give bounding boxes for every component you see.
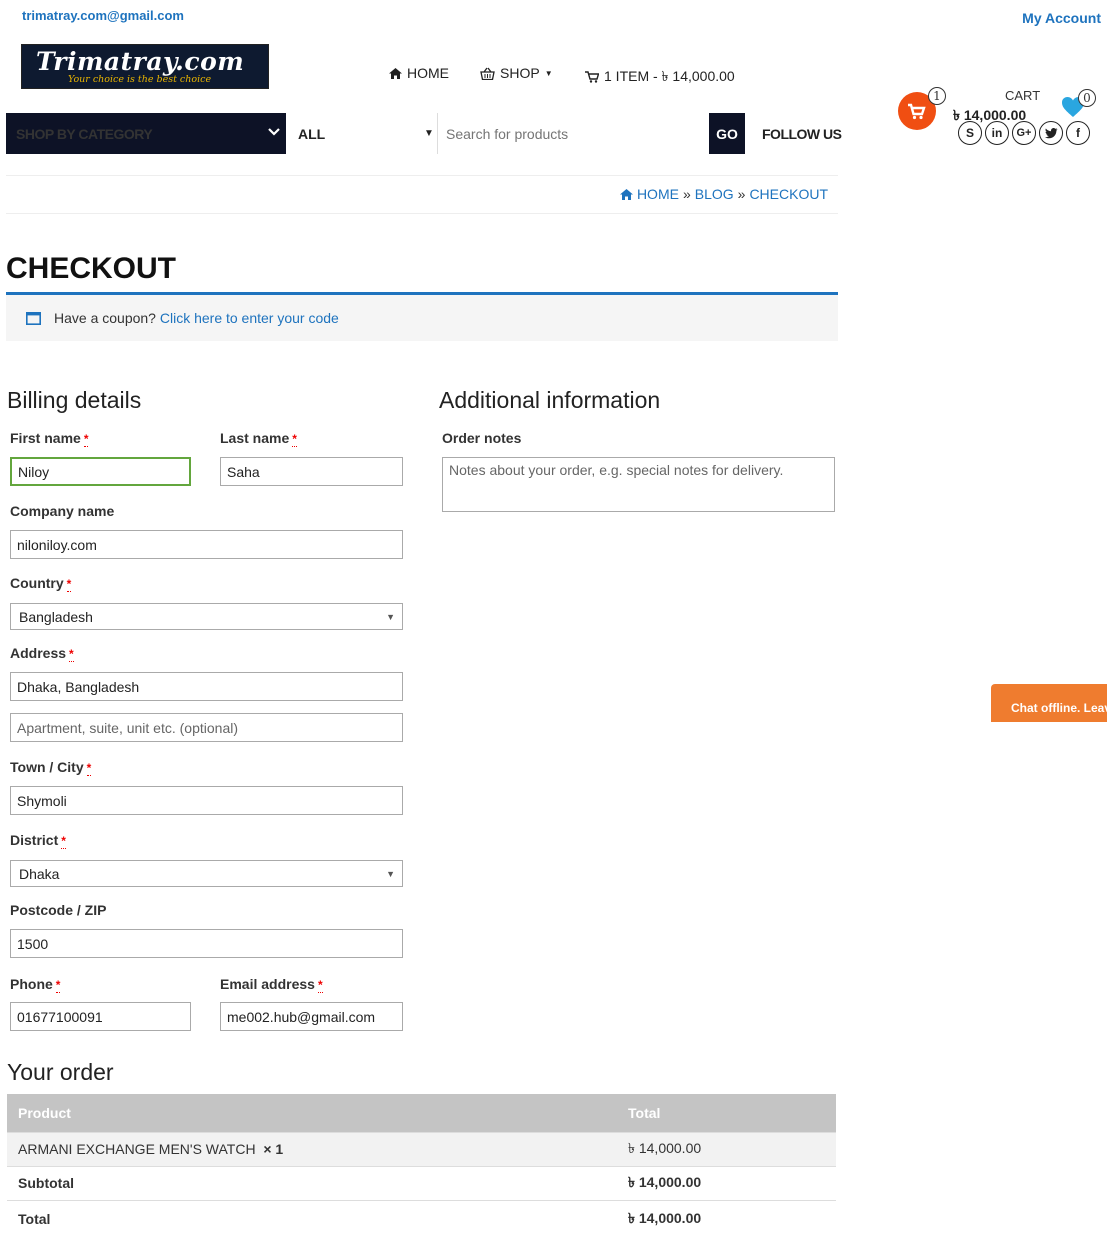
linkedin-icon[interactable]: in [985, 121, 1009, 145]
search-input[interactable] [437, 113, 709, 154]
email-label: Email address * [220, 976, 323, 993]
company-label: Company name [10, 503, 115, 519]
address-label: Address * [10, 645, 74, 662]
phone-field[interactable] [10, 1002, 191, 1031]
district-value: Dhaka [19, 866, 60, 882]
nav-shop-label: SHOP [500, 65, 540, 81]
caret-down-icon: ▼ [386, 869, 395, 879]
home-icon [620, 189, 634, 200]
postcode-field[interactable] [10, 929, 403, 958]
table-row: ARMANI EXCHANGE MEN'S WATCH × 1 ৳ 14,000… [7, 1131, 836, 1166]
subtotal-value: ৳ 14,000.00 [617, 1165, 836, 1200]
table-row: Total ৳ 14,000.00 [7, 1199, 836, 1233]
table-header-row: Product Total [7, 1094, 836, 1132]
breadcrumb-separator: » [682, 186, 691, 202]
chevron-down-icon [268, 128, 280, 136]
your-order-heading: Your order [7, 1059, 114, 1085]
site-logo[interactable]: Trimatray.com Your choice is the best ch… [21, 44, 269, 89]
nav-cart-summary[interactable]: 1 ITEM - ৳ 14,000.00 [585, 65, 735, 89]
skype-icon[interactable]: S [958, 121, 982, 145]
breadcrumb-bar: HOME» BLOG» CHECKOUT [6, 175, 838, 214]
subtotal-label: Subtotal [7, 1165, 617, 1200]
country-label: Country * [10, 575, 72, 592]
breadcrumb-separator: » [737, 186, 746, 202]
caret-down-icon: ▼ [386, 612, 395, 622]
postcode-label: Postcode / ZIP [10, 902, 107, 918]
logo-tagline: Your choice is the best choice [68, 74, 212, 85]
country-value: Bangladesh [19, 609, 93, 625]
company-field[interactable] [10, 530, 403, 559]
nav-home-label: HOME [407, 65, 449, 81]
breadcrumb-blog[interactable]: BLOG [695, 186, 734, 202]
last-name-field[interactable] [220, 457, 403, 486]
total-value: ৳ 14,000.00 [617, 1199, 836, 1233]
col-total: Total [617, 1094, 836, 1132]
order-table: Product Total ARMANI EXCHANGE MEN'S WATC… [7, 1094, 836, 1233]
shop-by-category-dropdown[interactable]: SHOP BY CATEGORY [6, 113, 286, 154]
site-header: Trimatray.com Your choice is the best ch… [0, 36, 1107, 130]
page-title: CHECKOUT [6, 252, 176, 285]
first-name-label: First name * [10, 430, 89, 447]
breadcrumb-current[interactable]: CHECKOUT [749, 186, 828, 202]
cart-count-badge: 1 [928, 87, 946, 105]
coupon-text: Have a coupon? [54, 310, 156, 326]
email-field[interactable] [220, 1002, 403, 1031]
city-label: Town / City * [10, 759, 92, 776]
menu-bar: SHOP BY CATEGORY ALL ▼ GO FOLLOW US S in… [6, 113, 1107, 154]
order-item-qty: × 1 [263, 1141, 284, 1157]
home-icon [389, 67, 402, 79]
address-field[interactable] [10, 672, 403, 701]
order-notes-label: Order notes [442, 430, 522, 446]
breadcrumb-home[interactable]: HOME [637, 186, 679, 202]
google-plus-icon[interactable]: G+ [1012, 121, 1036, 145]
city-field[interactable] [10, 786, 403, 815]
nav-home[interactable]: HOME [389, 65, 449, 81]
order-item-cell: ARMANI EXCHANGE MEN'S WATCH × 1 [7, 1131, 617, 1166]
order-item-total: ৳ 14,000.00 [617, 1131, 836, 1166]
order-notes-field[interactable] [442, 457, 835, 512]
chat-widget[interactable]: Chat offline. Leave a message [991, 684, 1107, 722]
contact-email[interactable]: trimatray.com@gmail.com [22, 8, 184, 23]
coupon-link[interactable]: Click here to enter your code [160, 310, 339, 326]
col-product: Product [7, 1094, 617, 1132]
district-select[interactable]: Dhaka ▼ [10, 860, 403, 887]
cart-label: CART [1005, 88, 1041, 103]
order-item-name: ARMANI EXCHANGE MEN'S WATCH [18, 1141, 256, 1157]
total-label: Total [7, 1199, 617, 1233]
additional-info-heading: Additional information [439, 387, 661, 413]
nav-cart-label: 1 ITEM - ৳ 14,000.00 [604, 68, 735, 84]
top-bar: trimatray.com@gmail.com My Account [0, 0, 1107, 36]
coupon-notice: Have a coupon? Click here to enter your … [6, 292, 838, 341]
district-label: District * [10, 832, 66, 849]
country-select[interactable]: Bangladesh ▼ [10, 603, 403, 630]
facebook-icon[interactable]: f [1066, 121, 1090, 145]
breadcrumb: HOME» BLOG» CHECKOUT [620, 186, 828, 202]
basket-icon [480, 67, 495, 80]
follow-us-label: FOLLOW US [762, 126, 842, 142]
window-icon [26, 312, 41, 325]
cart-icon [585, 71, 599, 83]
address-line2-field[interactable] [10, 713, 403, 742]
social-links: S in G+ f [958, 121, 1090, 145]
search-go-button[interactable]: GO [709, 113, 745, 154]
logo-name: Trimatray.com [36, 47, 245, 76]
last-name-label: Last name * [220, 430, 297, 447]
category-select[interactable]: ALL [298, 126, 325, 142]
shop-by-category-label: SHOP BY CATEGORY [16, 126, 153, 142]
caret-down-icon: ▼ [544, 68, 553, 78]
caret-down-icon: ▼ [424, 128, 434, 139]
phone-label: Phone * [10, 976, 61, 993]
wishlist-count-badge: 0 [1078, 89, 1096, 107]
first-name-field[interactable] [10, 457, 191, 486]
my-account-link[interactable]: My Account [1022, 10, 1101, 26]
billing-heading: Billing details [7, 387, 142, 413]
table-row: Subtotal ৳ 14,000.00 [7, 1165, 836, 1200]
nav-shop[interactable]: SHOP ▼ [480, 65, 553, 81]
twitter-icon[interactable] [1039, 121, 1063, 145]
